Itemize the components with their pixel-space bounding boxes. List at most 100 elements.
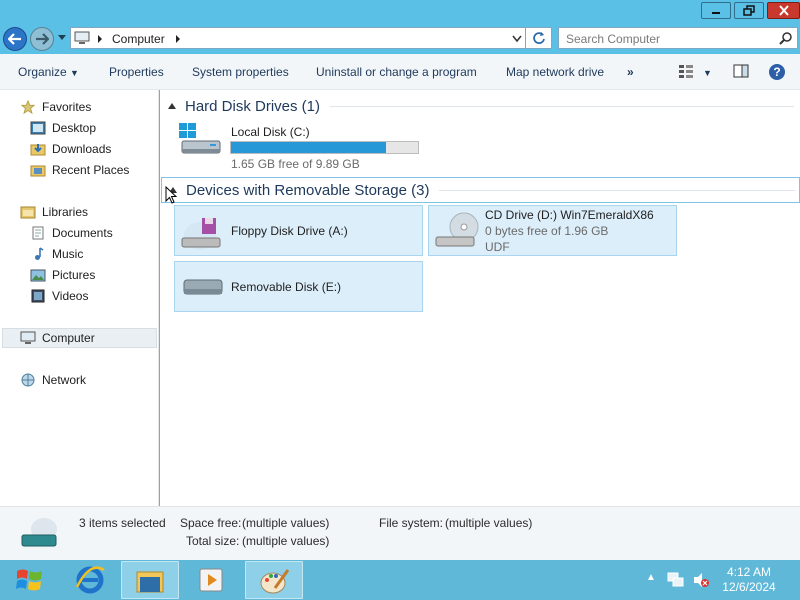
drive-e-name: Removable Disk (E:) [231, 280, 342, 294]
preview-pane-icon [733, 64, 749, 78]
taskbar: ▲ 4:12 AM 12/6/2024 [0, 560, 800, 600]
group-removable-title: Devices with Removable Storage (3) [186, 181, 430, 199]
file-system-value: (multiple values) [445, 516, 533, 530]
removable-disk-icon [21, 518, 57, 547]
total-size-label: Total size: [186, 534, 240, 548]
taskbar-media-player[interactable] [183, 561, 241, 599]
drive-e-removable[interactable]: Removable Disk (E:) [174, 261, 423, 312]
recent-places-icon [30, 165, 46, 177]
nav-music-label: Music [52, 247, 84, 261]
clock-date: 12/6/2024 [722, 580, 776, 594]
selection-count: 3 items selected [79, 516, 166, 530]
search-placeholder[interactable]: Search Computer [566, 32, 660, 46]
nav-network[interactable]: Network [20, 370, 86, 390]
space-free-label: Space free: [180, 516, 242, 530]
music-note-icon [35, 247, 44, 260]
help-icon: ? [769, 64, 785, 80]
nav-videos[interactable]: Videos [30, 286, 88, 306]
forward-button[interactable] [30, 27, 54, 51]
view-options-button[interactable] [678, 64, 694, 81]
search-box[interactable]: Search Computer [558, 27, 798, 49]
navigation-pane: Favorites Desktop Downloads Recent Place… [0, 90, 159, 506]
network-tray-icon[interactable] [667, 572, 685, 588]
drive-d-name: CD Drive (D:) Win7EmeraldX86 [485, 208, 654, 222]
search-icon[interactable] [779, 31, 793, 45]
preview-pane-button[interactable] [733, 64, 749, 81]
restore-icon [743, 5, 755, 16]
nav-recent-label: Recent Places [52, 163, 130, 177]
nav-recent-places[interactable]: Recent Places [30, 160, 129, 180]
minimize-icon [712, 11, 720, 14]
desktop-icon [30, 121, 46, 135]
volume-muted-icon[interactable] [692, 572, 710, 588]
nav-music[interactable]: Music [30, 244, 83, 264]
collapse-triangle-icon[interactable] [168, 103, 176, 109]
command-bar: Organize ▼ Properties System properties … [0, 54, 800, 90]
nav-computer[interactable]: Computer [2, 328, 157, 348]
nav-favorites-label: Favorites [42, 100, 92, 114]
downloads-folder-icon [30, 144, 46, 156]
nav-libraries[interactable]: Libraries [20, 202, 88, 222]
back-button[interactable] [3, 27, 27, 51]
group-hard-disk-drives[interactable]: Hard Disk Drives (1) [168, 93, 798, 119]
computer-icon [74, 31, 90, 44]
organize-button[interactable]: Organize ▼ [18, 65, 79, 79]
recent-pages-dropdown[interactable] [58, 35, 66, 40]
internet-explorer-icon [75, 566, 105, 594]
chevron-down-icon[interactable] [512, 35, 522, 43]
taskbar-internet-explorer[interactable] [61, 561, 119, 599]
address-text[interactable]: Computer [112, 32, 165, 46]
clock-time: 4:12 AM [726, 565, 772, 579]
help-button[interactable]: ? [768, 63, 786, 84]
mouse-cursor-icon [165, 186, 178, 204]
computer-icon [20, 331, 36, 344]
refresh-icon [532, 32, 545, 44]
chevron-right-icon[interactable] [175, 35, 181, 43]
drive-c-free: 1.65 GB free of 9.89 GB [231, 157, 360, 171]
group-hdd-title: Hard Disk Drives (1) [185, 97, 321, 115]
address-bar[interactable]: Computer [70, 27, 526, 49]
paint-icon [260, 569, 290, 594]
drive-c[interactable]: Local Disk (C:) 1.65 GB free of 9.89 GB [178, 123, 428, 171]
group-divider [439, 189, 795, 191]
drive-c-usage-fill [231, 142, 387, 153]
floppy-drive-icon [181, 218, 221, 250]
svg-text:?: ? [773, 65, 780, 79]
nav-videos-label: Videos [52, 289, 89, 303]
organize-label: Organize [18, 65, 67, 79]
details-pane: 3 items selected Space free: (multiple v… [0, 506, 800, 560]
close-button[interactable] [767, 2, 800, 19]
show-hidden-icons-arrow[interactable]: ▲ [646, 572, 656, 583]
media-player-icon [199, 568, 223, 592]
minimize-button[interactable] [701, 2, 731, 19]
properties-button[interactable]: Properties [109, 65, 164, 79]
taskbar-paint[interactable] [245, 561, 303, 599]
nav-desktop[interactable]: Desktop [30, 118, 96, 138]
restore-button[interactable] [734, 2, 764, 19]
title-bar [0, 0, 800, 24]
taskbar-file-explorer[interactable] [121, 561, 179, 599]
view-dropdown-icon[interactable]: ▼ [703, 68, 712, 78]
file-system-label: File system: [379, 516, 444, 530]
space-free-value: (multiple values) [242, 516, 330, 530]
map-network-drive-button[interactable]: Map network drive [506, 65, 604, 79]
start-button[interactable] [6, 561, 64, 599]
nav-documents[interactable]: Documents [30, 223, 113, 243]
nav-downloads[interactable]: Downloads [30, 139, 111, 159]
drive-a-name: Floppy Disk Drive (A:) [231, 224, 348, 238]
total-size-value: (multiple values) [242, 534, 330, 548]
refresh-button[interactable] [526, 27, 552, 49]
arrow-left-icon [8, 33, 21, 45]
drive-a-floppy[interactable]: Floppy Disk Drive (A:) [174, 205, 423, 256]
nav-pictures[interactable]: Pictures [30, 265, 95, 285]
system-clock[interactable]: 4:12 AM 12/6/2024 [716, 565, 782, 595]
system-properties-button[interactable]: System properties [192, 65, 289, 79]
uninstall-program-button[interactable]: Uninstall or change a program [316, 65, 477, 79]
nav-favorites[interactable]: Favorites [20, 97, 91, 117]
drive-d-cd[interactable]: CD Drive (D:) Win7EmeraldX86 0 bytes fre… [428, 205, 677, 256]
nav-documents-label: Documents [52, 226, 113, 240]
more-commands-button[interactable]: » [627, 65, 634, 79]
pictures-icon [30, 269, 46, 282]
group-removable-storage[interactable]: Devices with Removable Storage (3) [161, 177, 800, 203]
nav-downloads-label: Downloads [52, 142, 112, 156]
